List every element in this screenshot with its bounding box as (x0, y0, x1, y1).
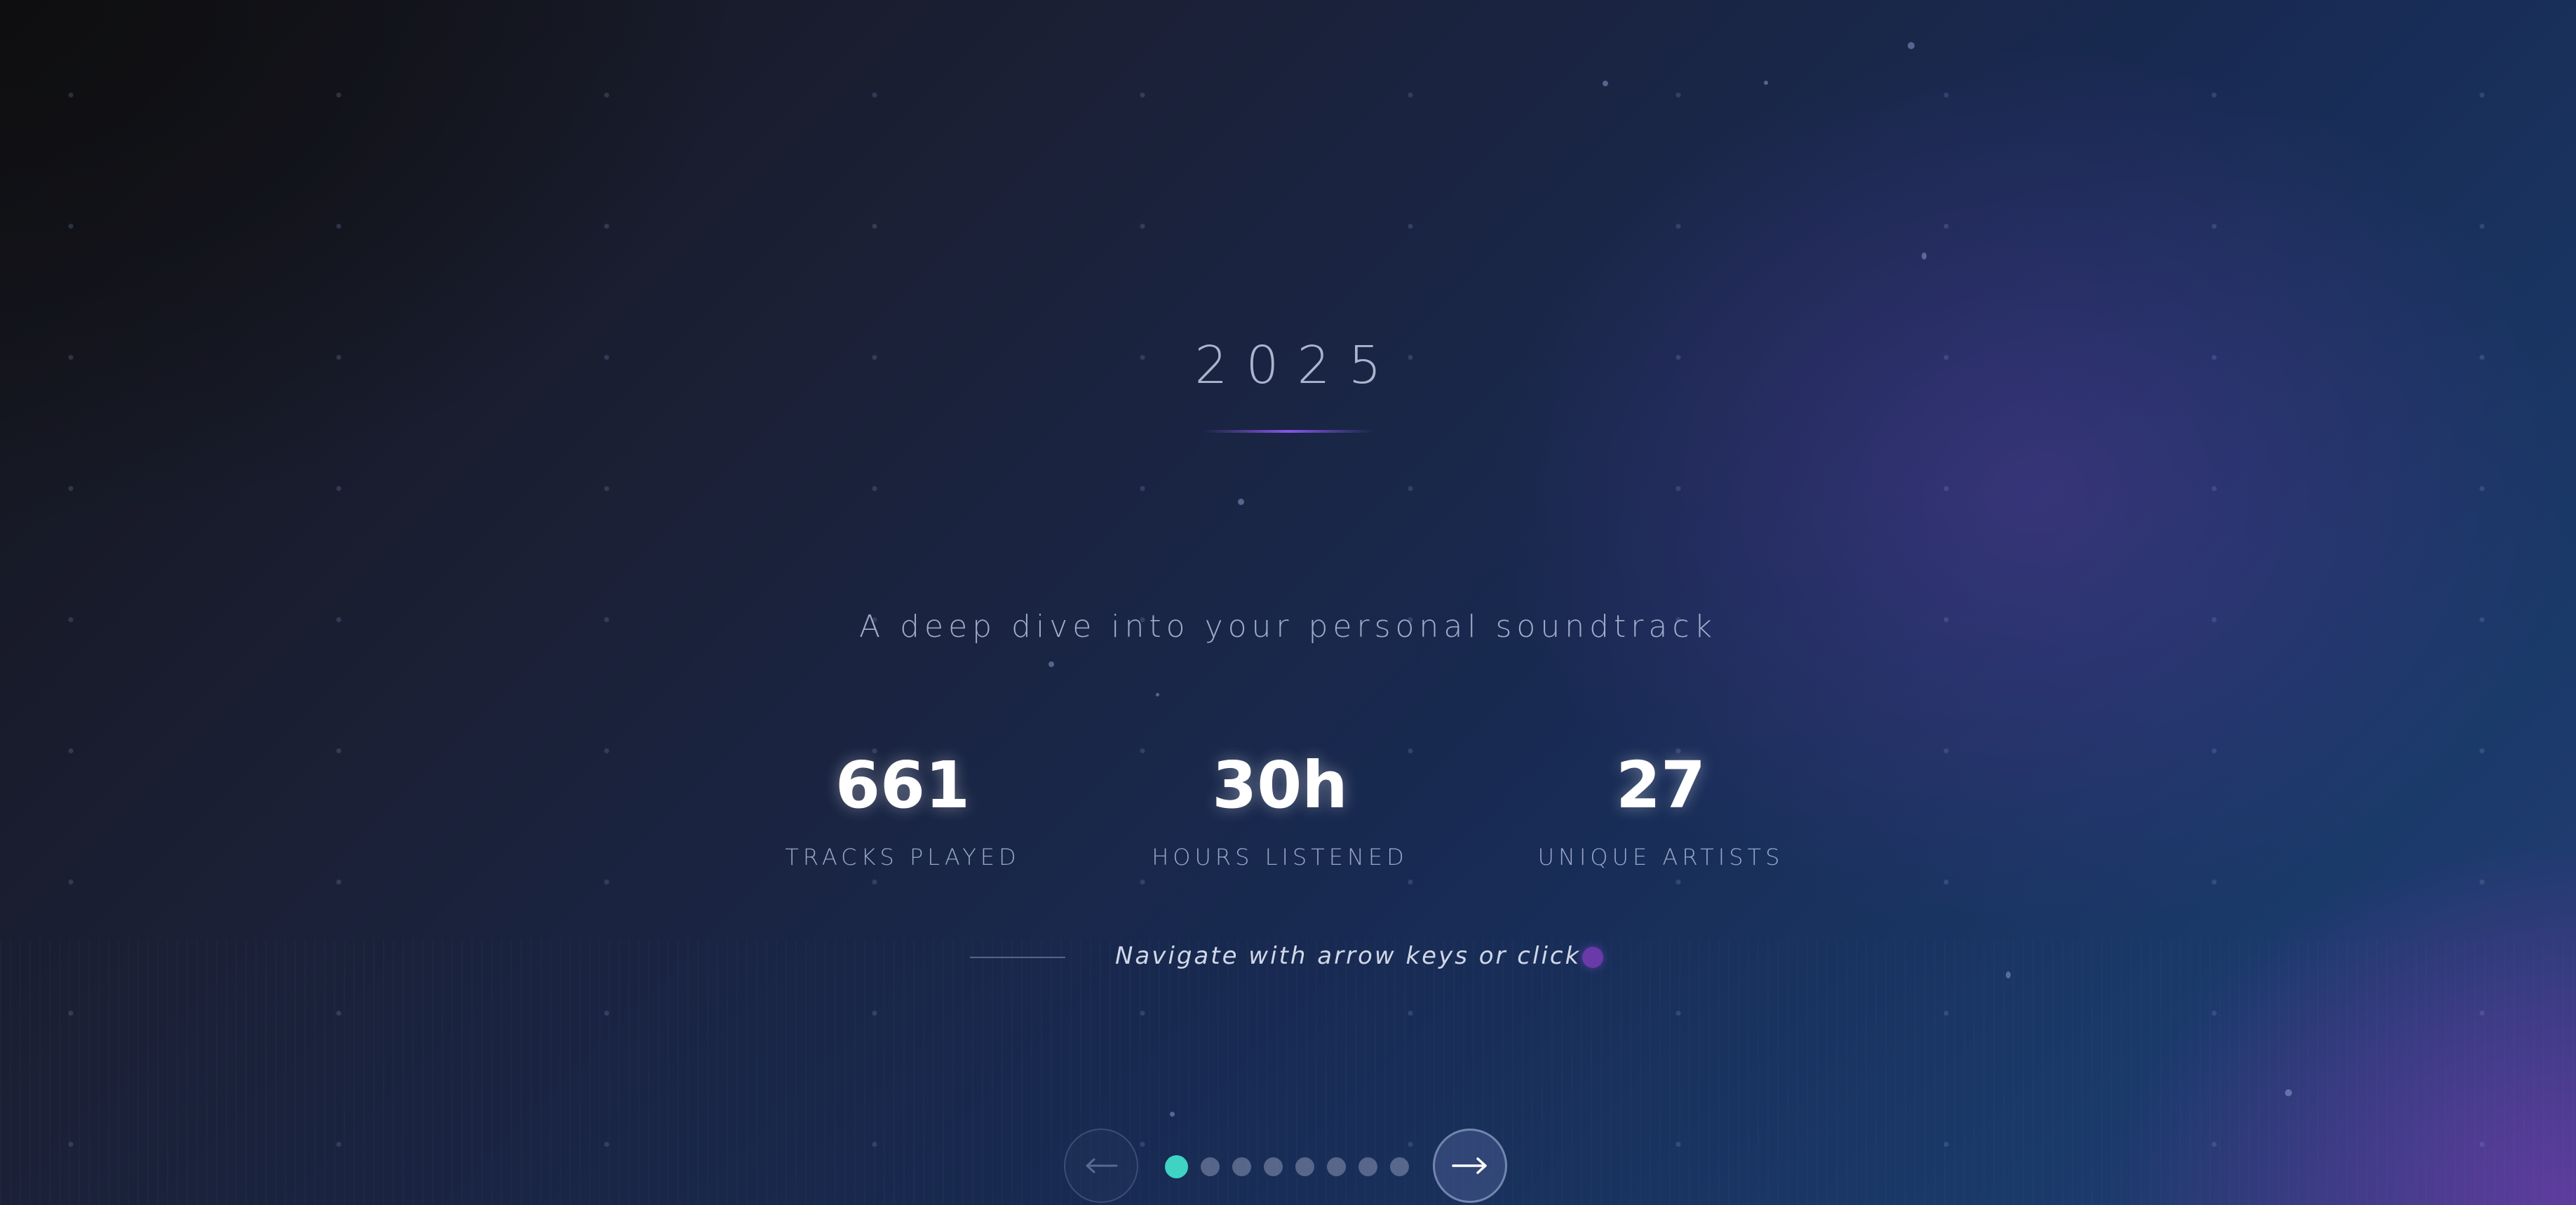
wrapped-intro-slide: 2025 A deep dive into your personal soun… (0, 0, 2576, 1205)
slide-dot-5[interactable] (1295, 1157, 1314, 1176)
slide-indicator (1165, 1155, 1409, 1178)
background-dot-grid (0, 0, 2576, 1205)
slide-dot-1[interactable] (1165, 1155, 1188, 1178)
stat-value: 27 (1615, 748, 1706, 823)
slide-dot-3[interactable] (1232, 1157, 1251, 1176)
navigation-hint: Navigate with arrow keys or click (1115, 942, 1582, 970)
stat-label: UNIQUE ARTISTS (1537, 844, 1784, 870)
next-slide-button[interactable] (1433, 1129, 1507, 1203)
year-title: 2025 (1194, 335, 1400, 396)
slide-dot-8[interactable] (1390, 1157, 1409, 1176)
slide-dot-4[interactable] (1264, 1157, 1283, 1176)
hint-pulse-dot (1582, 947, 1603, 968)
stat-tracks-played: 661 TRACKS PLAYED (720, 747, 1085, 870)
background-particle (2006, 971, 2011, 978)
stat-value: 30h (1212, 748, 1348, 823)
hint-divider (970, 957, 1065, 958)
background-particle (1764, 81, 1768, 85)
stat-label: HOURS LISTENED (1152, 844, 1408, 870)
previous-slide-button[interactable] (1064, 1129, 1138, 1203)
background-particle (1170, 1112, 1175, 1117)
arrow-left-icon (1086, 1158, 1118, 1173)
slide-dot-2[interactable] (1201, 1157, 1220, 1176)
background-particle (1922, 253, 1927, 260)
slide-dot-6[interactable] (1327, 1157, 1346, 1176)
background-particle (1156, 693, 1159, 696)
background-particle (2285, 1089, 2292, 1096)
stat-unique-artists: 27 UNIQUE ARTISTS (1478, 747, 1843, 870)
background-particle (1603, 81, 1608, 86)
slide-dot-7[interactable] (1358, 1157, 1377, 1176)
stat-label: TRACKS PLAYED (785, 844, 1020, 870)
page-subtitle: A deep dive into your personal soundtrac… (858, 609, 1718, 645)
stat-hours-listened: 30h HOURS LISTENED (1098, 747, 1462, 870)
background-particle (1908, 42, 1915, 49)
year-underline (1203, 430, 1374, 433)
background-particle (1238, 499, 1244, 505)
stat-value: 661 (835, 748, 971, 823)
arrow-right-icon (1452, 1157, 1487, 1174)
background-particle (1048, 661, 1054, 667)
